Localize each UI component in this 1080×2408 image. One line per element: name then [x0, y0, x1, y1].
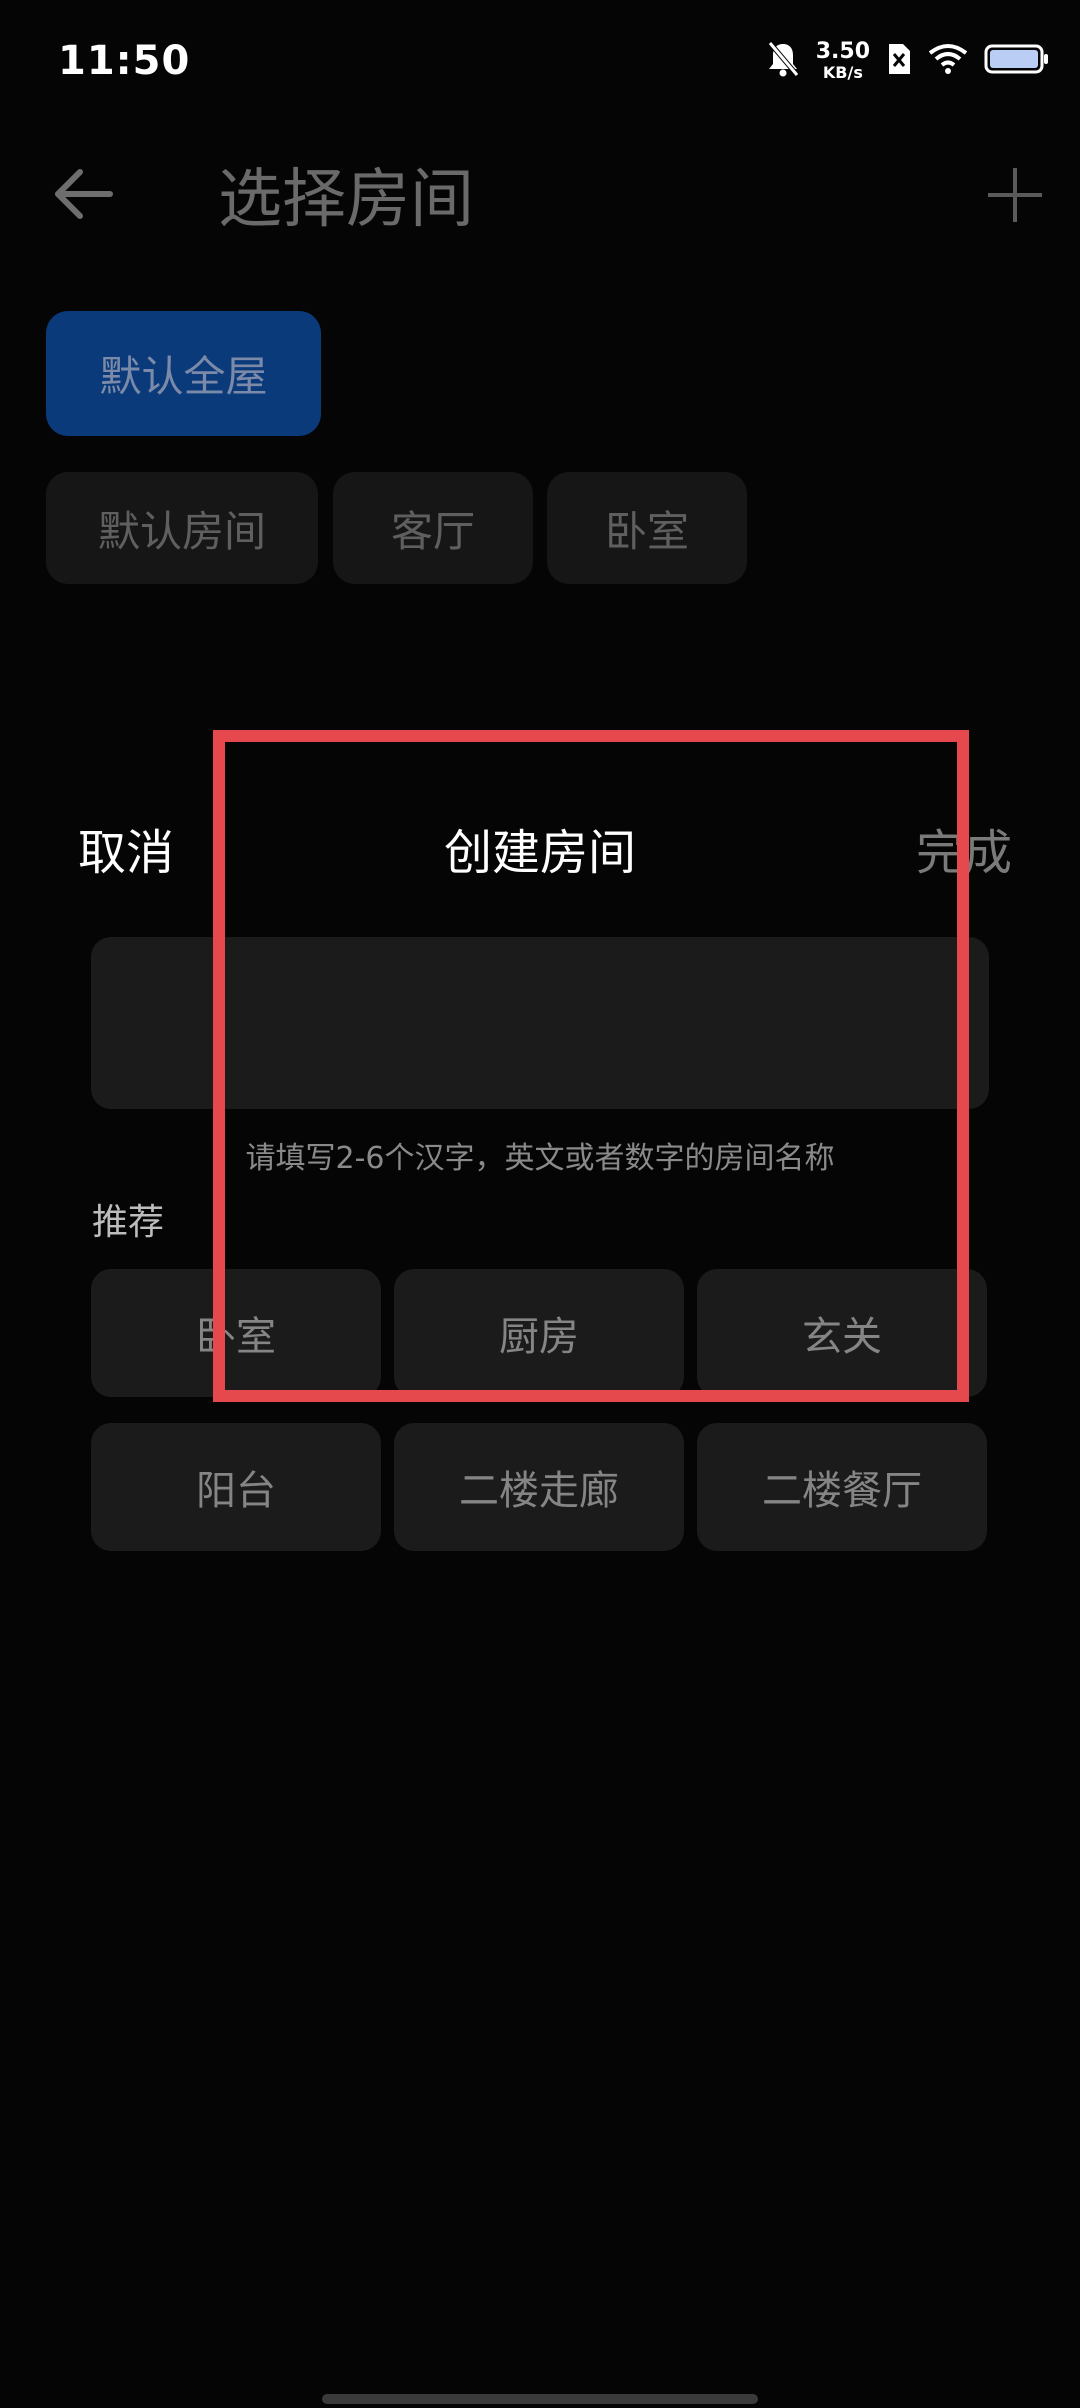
room-chip[interactable]: 客厅 [333, 472, 533, 584]
header: 选择房间 [0, 140, 1080, 250]
done-button[interactable]: 完成 [916, 813, 1012, 883]
recommendation-chip[interactable]: 二楼走廊 [394, 1423, 684, 1551]
room-chip-active[interactable]: 默认全屋 [46, 311, 321, 436]
plus-icon [988, 168, 1042, 222]
input-hint: 请填写2-6个汉字，英文或者数字的房间名称 [245, 1141, 835, 1176]
wifi-icon [928, 43, 968, 79]
recommendation-chip[interactable]: 厨房 [394, 1269, 684, 1397]
recommendation-chip[interactable]: 卧室 [91, 1269, 381, 1397]
recommend-label: 推荐 [92, 1202, 165, 1243]
status-icons: 3.50 KB/s [766, 40, 1050, 82]
recommendation-chip[interactable]: 二楼餐厅 [697, 1423, 987, 1551]
recommendation-chip[interactable]: 玄关 [697, 1269, 987, 1397]
page-title: 选择房间 [218, 163, 474, 237]
create-room-sheet: 取消 创建房间 完成 请填写2-6个汉字，英文或者数字的房间名称 推荐 卧室 厨… [0, 755, 1080, 2408]
screen: 11:50 3.50 KB/s 选择房间 默认全屋 默认房间 客厅 卧室 取消 … [0, 0, 1080, 2408]
recommendation-chip[interactable]: 阳台 [91, 1423, 381, 1551]
room-chip[interactable]: 卧室 [547, 472, 747, 584]
back-arrow-icon [55, 169, 113, 219]
battery-icon [984, 43, 1050, 79]
net-speed: 3.50 KB/s [816, 41, 870, 81]
add-room-button[interactable] [980, 160, 1050, 230]
status-time: 11:50 [58, 38, 191, 84]
mute-bell-icon [766, 40, 800, 82]
room-chip[interactable]: 默认房间 [46, 472, 318, 584]
room-name-input[interactable] [91, 937, 989, 1109]
sim-blocked-icon [886, 42, 912, 80]
home-indicator[interactable] [322, 2394, 758, 2404]
net-speed-unit: KB/s [822, 63, 863, 82]
back-button[interactable] [52, 162, 116, 226]
status-bar: 11:50 3.50 KB/s [0, 0, 1080, 120]
net-speed-value: 3.50 [815, 39, 870, 64]
